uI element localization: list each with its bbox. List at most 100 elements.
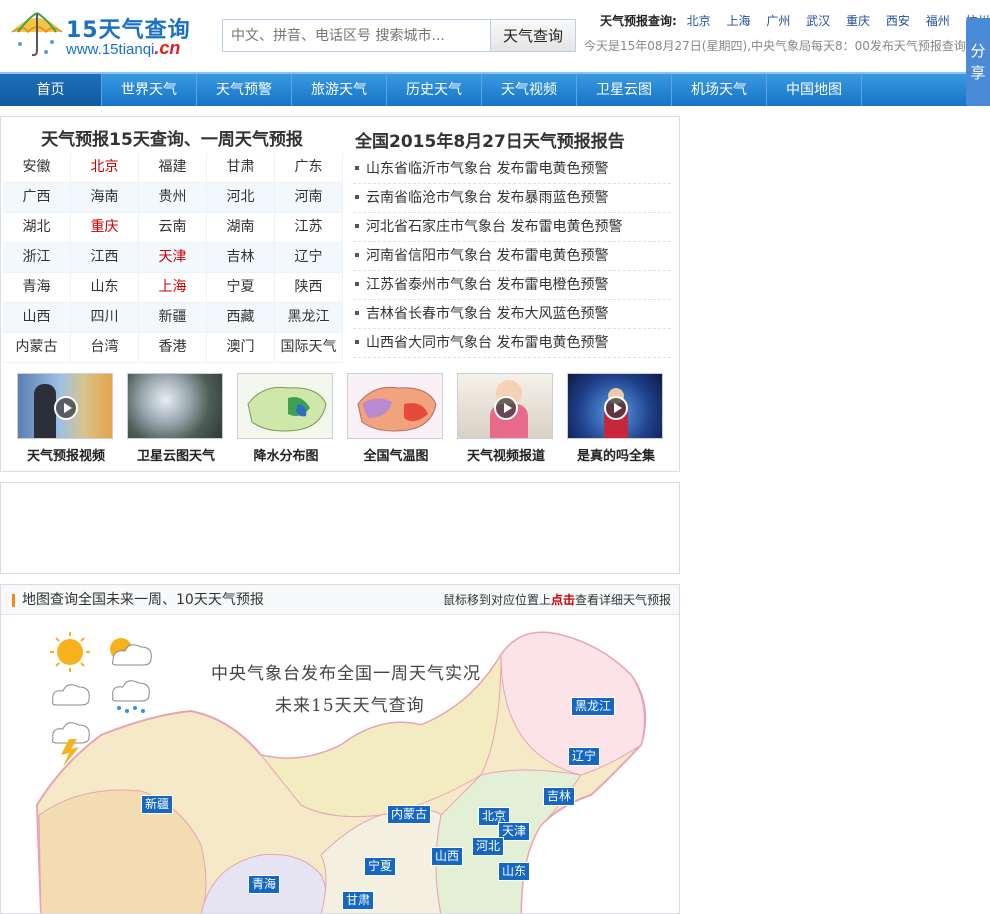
quick-link-city[interactable]: 重庆 [846, 14, 870, 28]
province-link[interactable]: 天津 [139, 243, 207, 272]
map-pin-qinghai[interactable]: 青海 [248, 875, 281, 894]
thumb-weather-video[interactable]: 天气视频报道 [457, 373, 555, 464]
search-input[interactable] [222, 19, 492, 52]
section-accent-bar [12, 594, 15, 607]
thumb-forecast-video[interactable]: 天气预报视频 [17, 373, 115, 464]
province-link[interactable]: 辽宁 [275, 243, 343, 272]
province-link[interactable]: 山东 [71, 273, 139, 302]
province-row: 安徽 北京 福建 甘肃 广东 [3, 153, 343, 183]
warning-report-item[interactable]: 山西省大同市气象台 发布雷电黄色预警 [353, 329, 671, 358]
rain-icon [112, 680, 150, 713]
nav-item-satellite[interactable]: 卫星云图 [577, 74, 672, 106]
province-link[interactable]: 贵州 [139, 183, 207, 212]
nav-item-warnings[interactable]: 天气预警 [197, 74, 292, 106]
warning-report-item[interactable]: 云南省临沧市气象台 发布暴雨蓝色预警 [353, 184, 671, 213]
map-pin-xinjiang[interactable]: 新疆 [141, 795, 174, 814]
nav-item-china-map[interactable]: 中国地图 [767, 74, 862, 106]
city-search: 天气查询 [222, 19, 576, 52]
logo-url-prefix: www.15tianqi [66, 41, 155, 58]
nav-item-home[interactable]: 首页 [0, 74, 102, 106]
province-link[interactable]: 云南 [139, 213, 207, 242]
province-link[interactable]: 福建 [139, 153, 207, 182]
province-link[interactable]: 吉林 [207, 243, 275, 272]
bullet-icon [355, 339, 359, 344]
share-button[interactable]: 分 享 [966, 18, 990, 106]
nav-item-history-weather[interactable]: 历史天气 [387, 74, 482, 106]
province-link[interactable]: 陕西 [275, 273, 343, 302]
thumb-image [567, 373, 663, 439]
nav-item-world-weather[interactable]: 世界天气 [102, 74, 197, 106]
province-link[interactable]: 青海 [3, 273, 71, 302]
warning-report-item[interactable]: 江苏省泰州市气象台 发布雷电橙色预警 [353, 271, 671, 300]
thumb-image [237, 373, 333, 439]
warning-report-item[interactable]: 山东省临沂市气象台 发布雷电黄色预警 [353, 155, 671, 184]
map-hint-prefix: 鼠标移到对应位置上 [442, 593, 551, 607]
map-pin-shandong[interactable]: 山东 [498, 862, 531, 881]
province-link[interactable]: 湖北 [3, 213, 71, 242]
map-pin-heilongjiang[interactable]: 黑龙江 [571, 697, 616, 716]
map-pin-gansu[interactable]: 甘肃 [342, 891, 375, 910]
province-link[interactable]: 西藏 [207, 303, 275, 332]
province-link[interactable]: 宁夏 [207, 273, 275, 302]
province-link[interactable]: 上海 [139, 273, 207, 302]
warning-report-item[interactable]: 河南省信阳市气象台 发布雷电黄色预警 [353, 242, 671, 271]
nav-item-travel-weather[interactable]: 旅游天气 [292, 74, 387, 106]
map-pin-jilin[interactable]: 吉林 [543, 787, 576, 806]
province-link[interactable]: 山西 [3, 303, 71, 332]
thumb-temperature[interactable]: 全国气温图 [347, 373, 445, 464]
thumb-satellite[interactable]: 卫星云图天气 [127, 373, 225, 464]
province-link[interactable]: 广西 [3, 183, 71, 212]
warning-report-item[interactable]: 吉林省长春市气象台 发布大风蓝色预警 [353, 300, 671, 329]
province-link[interactable]: 甘肃 [207, 153, 275, 182]
quick-link-city[interactable]: 北京 [687, 14, 711, 28]
map-pin-neimenggu[interactable]: 内蒙古 [387, 805, 432, 824]
province-link[interactable]: 安徽 [3, 153, 71, 182]
map-pin-liaoning[interactable]: 辽宁 [568, 747, 601, 766]
warning-report-item[interactable]: 河北省石家庄市气象台 发布雷电黄色预警 [353, 213, 671, 242]
province-link[interactable]: 江西 [71, 243, 139, 272]
quick-link-city[interactable]: 福州 [926, 14, 950, 28]
province-link[interactable]: 湖南 [207, 213, 275, 242]
province-link[interactable]: 河北 [207, 183, 275, 212]
partly-cloudy-icon [110, 638, 152, 666]
thumb-is-it-true[interactable]: 是真的吗全集 [567, 373, 665, 464]
nav-item-weather-video[interactable]: 天气视频 [482, 74, 577, 106]
province-link[interactable]: 内蒙古 [3, 333, 71, 362]
thumb-precipitation[interactable]: 降水分布图 [237, 373, 335, 464]
map-pin-hebei[interactable]: 河北 [472, 837, 505, 856]
cloudy-icon [52, 684, 90, 706]
map-title: 地图查询全国未来一周、10天天气预报 [22, 592, 264, 608]
media-thumbnails: 天气预报视频 卫星云图天气 降水分布图 全国气温图 天气视频报道 是真的吗全集 [15, 373, 675, 464]
map-pin-shanxi[interactable]: 山西 [431, 847, 464, 866]
map-hint: 鼠标移到对应位置上点击查看详细天气预报 [443, 585, 671, 615]
province-link[interactable]: 江苏 [275, 213, 343, 242]
province-link[interactable]: 新疆 [139, 303, 207, 332]
date-notice: 今天是15年08月27日(星期四),中央气象局每天8：00发布天气预报查询一 [584, 39, 970, 53]
province-link[interactable]: 重庆 [71, 213, 139, 242]
quick-link-city[interactable]: 上海 [726, 14, 750, 28]
province-link[interactable]: 海南 [71, 183, 139, 212]
province-link[interactable]: 河南 [275, 183, 343, 212]
site-logo[interactable]: 15天气查询 www.15tianqi.cn [8, 10, 204, 60]
province-link[interactable]: 国际天气 [275, 333, 343, 362]
report-section-title: 全国2015年8月27日天气预报报告 [355, 132, 625, 152]
nav-item-airport-weather[interactable]: 机场天气 [672, 74, 767, 106]
province-row: 青海 山东 上海 宁夏 陕西 [3, 273, 343, 303]
province-link[interactable]: 台湾 [71, 333, 139, 362]
logo-url-text: www.15tianqi.cn [66, 38, 180, 59]
province-link[interactable]: 北京 [71, 153, 139, 182]
map-pin-ningxia[interactable]: 宁夏 [364, 857, 397, 876]
province-link[interactable]: 浙江 [3, 243, 71, 272]
province-link[interactable]: 广东 [275, 153, 343, 182]
quick-link-city[interactable]: 广州 [766, 14, 790, 28]
province-link[interactable]: 香港 [139, 333, 207, 362]
quick-link-city[interactable]: 武汉 [806, 14, 830, 28]
bullet-icon [355, 281, 359, 286]
quick-link-city[interactable]: 西安 [886, 14, 910, 28]
province-link[interactable]: 澳门 [207, 333, 275, 362]
china-map[interactable]: 中央气象台发布全国一周天气实况 未来15天天气查询 黑龙江 辽宁 吉林 新疆 内… [1, 615, 679, 913]
province-link[interactable]: 黑龙江 [275, 303, 343, 332]
province-link[interactable]: 四川 [71, 303, 139, 332]
search-button[interactable]: 天气查询 [490, 19, 576, 52]
play-icon [604, 396, 628, 420]
